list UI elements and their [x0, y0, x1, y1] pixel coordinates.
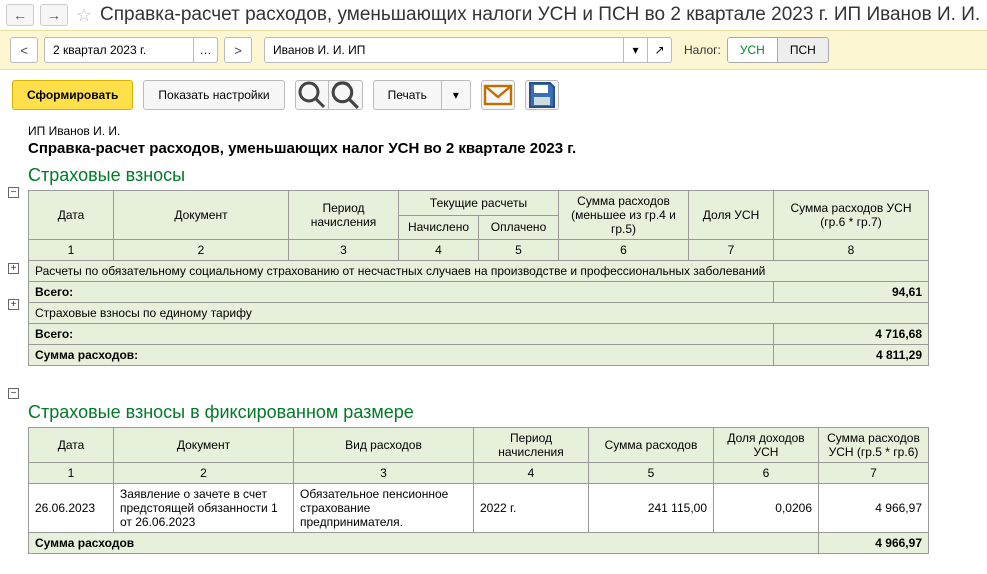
row-kind: Обязательное пенсионное страхование пред…: [294, 484, 474, 533]
group1-label: Расчеты по обязательному социальному стр…: [29, 261, 929, 282]
th2-period: Период начисления: [474, 428, 589, 463]
col2-4: 4: [474, 463, 589, 484]
section1-sum-label: Сумма расходов:: [29, 345, 774, 366]
section2-sum-value: 4 966,97: [819, 533, 929, 554]
print-dropdown-button[interactable]: ▾: [442, 80, 471, 110]
tax-psn-button[interactable]: ПСН: [778, 37, 829, 63]
th-share: Доля УСН: [689, 191, 774, 240]
filter-bar: < 2 квартал 2023 г. … > Иванов И. И. ИП …: [0, 30, 987, 70]
report-body: − + + − ИП Иванов И. И. Справка-расчет р…: [0, 124, 987, 574]
th2-usn: Сумма расходов УСН (гр.5 * гр.6): [819, 428, 929, 463]
search-icon[interactable]: [295, 80, 329, 110]
th-period: Период начисления: [289, 191, 399, 240]
col-6: 6: [559, 240, 689, 261]
th-usn: Сумма расходов УСН (гр.6 * гр.7): [774, 191, 929, 240]
row-sum: 241 115,00: [589, 484, 714, 533]
print-button[interactable]: Печать: [373, 80, 442, 110]
period-prev-button[interactable]: <: [10, 37, 38, 63]
group1-total-label: Всего:: [29, 282, 774, 303]
col-7: 7: [689, 240, 774, 261]
th2-date: Дата: [29, 428, 114, 463]
top-navigation: ← → ☆ Справка-расчет расходов, уменьшающ…: [0, 0, 987, 30]
col2-3: 3: [294, 463, 474, 484]
col-5: 5: [479, 240, 559, 261]
organization-open-button[interactable]: ↗: [648, 37, 672, 63]
forward-button[interactable]: →: [40, 4, 68, 26]
favorite-star-icon[interactable]: ☆: [74, 5, 94, 25]
organization-input[interactable]: Иванов И. И. ИП: [264, 37, 624, 63]
th2-sum: Сумма расходов: [589, 428, 714, 463]
section2-table: Дата Документ Вид расходов Период начисл…: [28, 427, 929, 554]
th-doc: Документ: [114, 191, 289, 240]
row-share: 0,0206: [714, 484, 819, 533]
group1-total-value: 94,61: [774, 282, 929, 303]
report-owner: ИП Иванов И. И.: [28, 124, 977, 138]
th-paid: Оплачено: [479, 215, 559, 240]
section1-title: Страховые взносы: [28, 165, 977, 186]
col2-2: 2: [114, 463, 294, 484]
row-usn: 4 966,97: [819, 484, 929, 533]
col-4: 4: [399, 240, 479, 261]
row-period: 2022 г.: [474, 484, 589, 533]
report-heading: Справка-расчет расходов, уменьшающих нал…: [28, 140, 977, 157]
section2-sum-label: Сумма расходов: [29, 533, 819, 554]
th-accrued: Начислено: [399, 215, 479, 240]
outline-expand-group2[interactable]: +: [8, 299, 19, 310]
th2-share: Доля доходов УСН: [714, 428, 819, 463]
col2-1: 1: [29, 463, 114, 484]
generate-button[interactable]: Сформировать: [12, 80, 133, 110]
col-8: 8: [774, 240, 929, 261]
section2-title: Страховые взносы в фиксированном размере: [28, 402, 977, 423]
section1-sum-value: 4 811,29: [774, 345, 929, 366]
group2-total-label: Всего:: [29, 324, 774, 345]
page-title: Справка-расчет расходов, уменьшающих нал…: [100, 4, 980, 26]
organization-dropdown-button[interactable]: ▾: [624, 37, 648, 63]
col-3: 3: [289, 240, 399, 261]
th2-kind: Вид расходов: [294, 428, 474, 463]
outline-collapse-section2[interactable]: −: [8, 388, 19, 399]
search-reset-icon[interactable]: [329, 80, 363, 110]
period-next-button[interactable]: >: [224, 37, 252, 63]
col2-7: 7: [819, 463, 929, 484]
row-doc: Заявление о зачете в счет предстоящей об…: [114, 484, 294, 533]
tax-label: Налог:: [684, 43, 721, 57]
col-2: 2: [114, 240, 289, 261]
col2-6: 6: [714, 463, 819, 484]
zoom-group: [295, 80, 363, 110]
th-sum: Сумма расходов (меньшее из гр.4 и гр.5): [559, 191, 689, 240]
tax-segmented-control: УСН ПСН: [727, 37, 829, 63]
th-date: Дата: [29, 191, 114, 240]
group2-total-value: 4 716,68: [774, 324, 929, 345]
th2-doc: Документ: [114, 428, 294, 463]
outline-gutter: − + + −: [0, 124, 24, 574]
action-toolbar: Сформировать Показать настройки Печать ▾: [0, 70, 987, 120]
th-current: Текущие расчеты: [399, 191, 559, 216]
show-settings-button[interactable]: Показать настройки: [143, 80, 284, 110]
section1-table: Дата Документ Период начисления Текущие …: [28, 190, 929, 366]
col-1: 1: [29, 240, 114, 261]
back-button[interactable]: ←: [6, 4, 34, 26]
col2-5: 5: [589, 463, 714, 484]
outline-collapse-section1[interactable]: −: [8, 187, 19, 198]
period-picker-button[interactable]: …: [194, 37, 218, 63]
save-icon[interactable]: [525, 80, 559, 110]
tax-usn-button[interactable]: УСН: [727, 37, 778, 63]
outline-expand-group1[interactable]: +: [8, 263, 19, 274]
email-icon[interactable]: [481, 80, 515, 110]
period-input[interactable]: 2 квартал 2023 г.: [44, 37, 194, 63]
group2-label: Страховые взносы по единому тарифу: [29, 303, 929, 324]
row-date: 26.06.2023: [29, 484, 114, 533]
